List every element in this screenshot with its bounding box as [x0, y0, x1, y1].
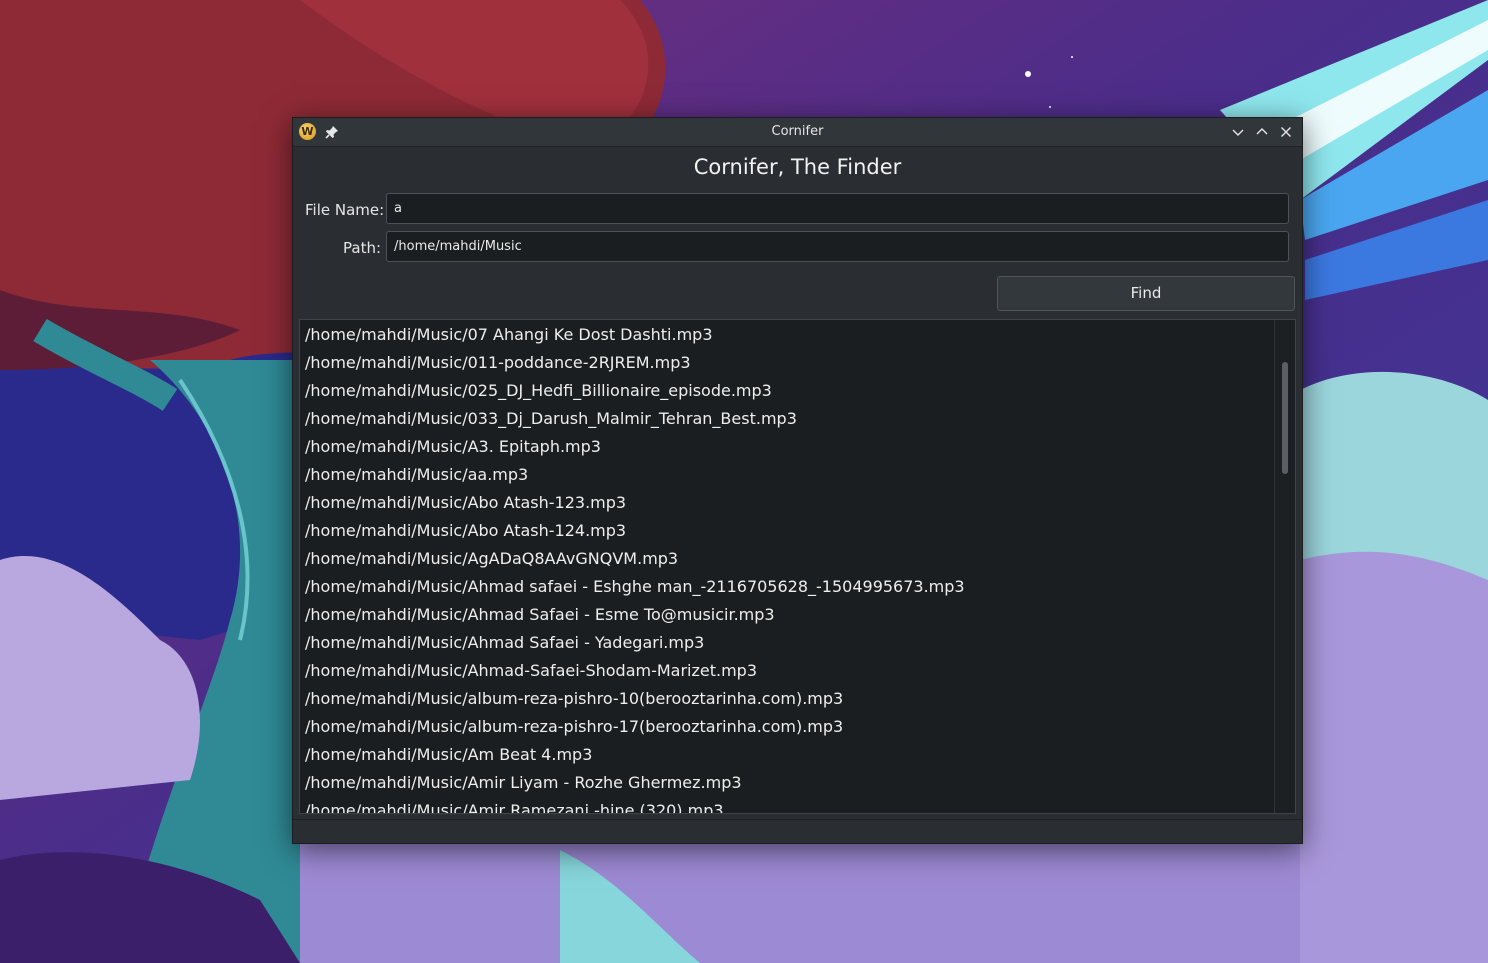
result-item[interactable]: /home/mahdi/Music/A3. Epitaph.mp3: [305, 433, 1295, 461]
scrollbar-thumb[interactable]: [1282, 362, 1288, 474]
result-item[interactable]: /home/mahdi/Music/Amir Liyam - Rozhe Ghe…: [305, 769, 1295, 797]
result-item[interactable]: /home/mahdi/Music/025_DJ_Hedfi_Billionai…: [305, 377, 1295, 405]
find-button[interactable]: Find: [997, 276, 1295, 311]
result-item[interactable]: /home/mahdi/Music/album-reza-pishro-10(b…: [305, 685, 1295, 713]
result-item[interactable]: /home/mahdi/Music/AgADaQ8AAvGNQVM.mp3: [305, 545, 1295, 573]
chevron-up-icon[interactable]: [1254, 124, 1270, 140]
result-item[interactable]: /home/mahdi/Music/Ahmad Safaei - Esme To…: [305, 601, 1295, 629]
result-item[interactable]: /home/mahdi/Music/033_Dj_Darush_Malmir_T…: [305, 405, 1295, 433]
result-item[interactable]: /home/mahdi/Music/Abo Atash-123.mp3: [305, 489, 1295, 517]
window-title: Cornifer: [771, 124, 824, 139]
result-item[interactable]: /home/mahdi/Music/Am Beat 4.mp3: [305, 741, 1295, 769]
result-item[interactable]: /home/mahdi/Music/07 Ahangi Ke Dost Dash…: [305, 321, 1295, 349]
chevron-down-icon[interactable]: [1230, 124, 1246, 140]
results-scrollbar[interactable]: [1274, 320, 1295, 813]
result-item[interactable]: /home/mahdi/Music/Ahmad safaei - Eshghe …: [305, 573, 1295, 601]
path-input[interactable]: /home/mahdi/Music: [386, 231, 1289, 262]
result-item[interactable]: /home/mahdi/Music/Ahmad-Safaei-Shodam-Ma…: [305, 657, 1295, 685]
path-label: Path:: [343, 239, 382, 257]
result-item[interactable]: /home/mahdi/Music/Abo Atash-124.mp3: [305, 517, 1295, 545]
result-item[interactable]: /home/mahdi/Music/aa.mp3: [305, 461, 1295, 489]
status-bar: [293, 819, 1302, 843]
result-item[interactable]: /home/mahdi/Music/album-reza-pishro-17(b…: [305, 713, 1295, 741]
results-list[interactable]: /home/mahdi/Music/07 Ahangi Ke Dost Dash…: [299, 319, 1296, 814]
results-items: /home/mahdi/Music/07 Ahangi Ke Dost Dash…: [300, 320, 1295, 813]
close-icon[interactable]: [1278, 124, 1294, 140]
result-item[interactable]: /home/mahdi/Music/011-poddance-2RJREM.mp…: [305, 349, 1295, 377]
result-item[interactable]: /home/mahdi/Music/Amir Ramezani -hine (3…: [305, 797, 1295, 813]
result-item[interactable]: /home/mahdi/Music/Ahmad Safaei - Yadegar…: [305, 629, 1295, 657]
file-name-input[interactable]: a: [386, 193, 1289, 224]
title-bar[interactable]: W Cornifer: [293, 118, 1302, 147]
page-title: Cornifer, The Finder: [693, 155, 902, 179]
cornifer-window: W Cornifer Cornifer, The Finder File Nam…: [292, 117, 1303, 844]
file-name-label: File Name:: [305, 201, 385, 219]
